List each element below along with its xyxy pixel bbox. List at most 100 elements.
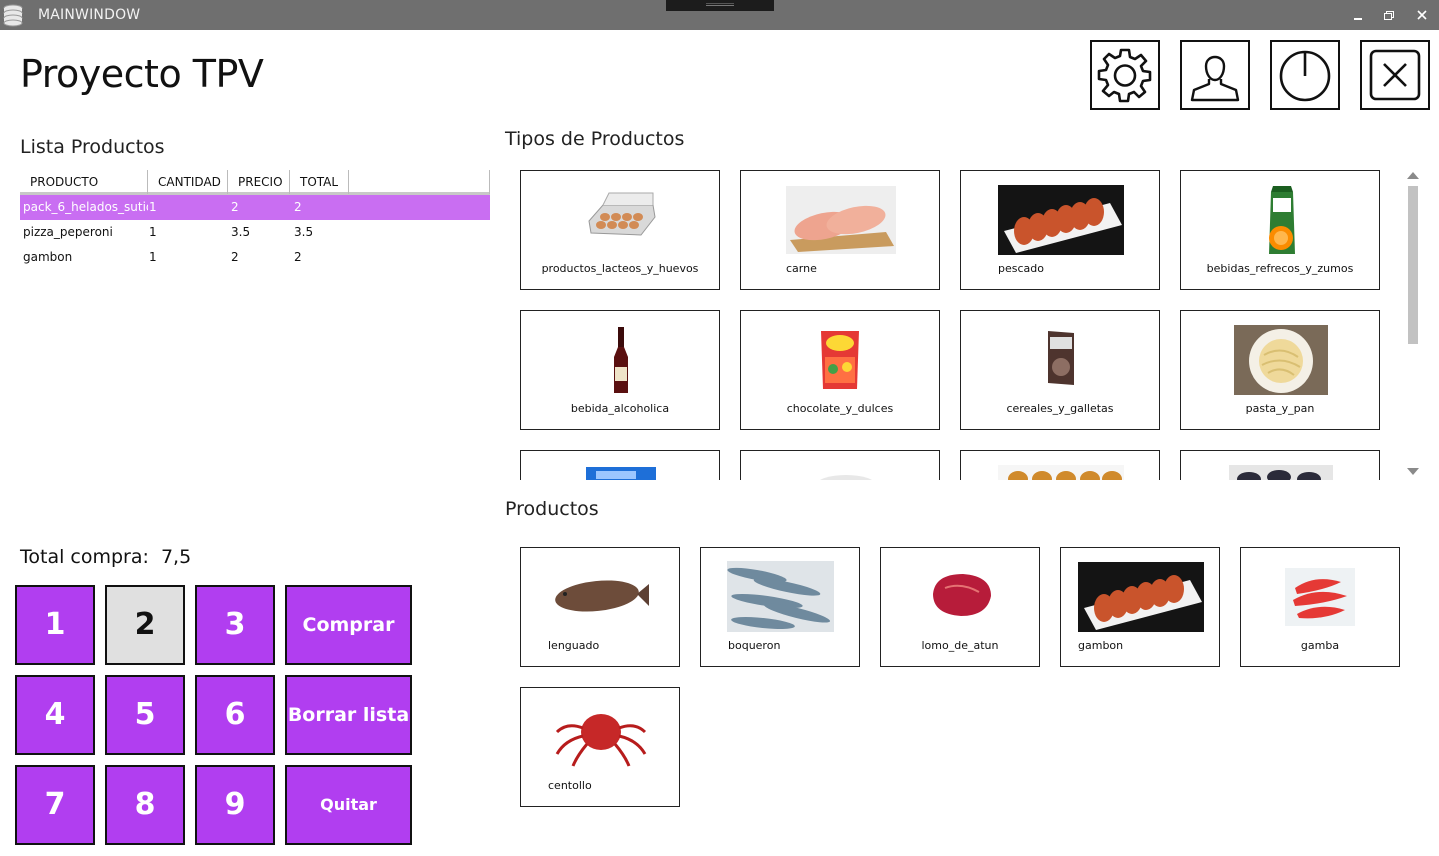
categories-grid: productos_lacteos_y_huevos carne pescado (505, 165, 1400, 480)
drag-grip[interactable] (666, 0, 774, 11)
product-label: gambon (1078, 639, 1124, 652)
bowl-image (820, 475, 872, 480)
key-5[interactable]: 5 (105, 675, 185, 755)
product-card[interactable]: boqueron (700, 547, 860, 667)
category-card[interactable]: chocolate_y_dulces (740, 310, 940, 430)
product-label: boqueron (728, 639, 781, 652)
category-label: bebidas_refrecos_y_zumos (1206, 262, 1354, 275)
settings-button[interactable] (1090, 40, 1160, 110)
minimize-button[interactable] (1349, 6, 1367, 24)
category-card[interactable]: bebidas_refrecos_y_zumos (1180, 170, 1380, 290)
anchovies-image (727, 561, 834, 632)
column-header-cantidad[interactable]: CANTIDAD (148, 170, 228, 194)
cell-cantidad: 1 (149, 225, 157, 239)
tuna-loin-image (933, 574, 991, 616)
spider-crab-image (555, 714, 647, 767)
power-icon (1279, 50, 1331, 102)
clear-list-button[interactable]: Borrar lista (285, 675, 412, 755)
category-card[interactable]: productos_lacteos_y_huevos (520, 170, 720, 290)
product-card[interactable]: lenguado (520, 547, 680, 667)
scroll-thumb[interactable] (1408, 186, 1418, 344)
cell-cantidad: 1 (149, 200, 157, 214)
key-6[interactable]: 6 (195, 675, 275, 755)
list-heading: Lista Productos (20, 136, 165, 158)
key-2[interactable]: 2 (105, 585, 185, 665)
minimize-icon (1354, 18, 1362, 20)
coins-icon (3, 4, 23, 27)
categories-scrollbar[interactable] (1405, 168, 1421, 480)
category-card[interactable] (1180, 450, 1380, 480)
category-label: productos_lacteos_y_huevos (541, 262, 699, 275)
scroll-up-arrow[interactable] (1407, 172, 1419, 179)
scroll-down-arrow[interactable] (1407, 468, 1419, 475)
category-label: chocolate_y_dulces (786, 402, 894, 415)
category-card[interactable]: carne (740, 170, 940, 290)
products-heading: Productos (505, 498, 599, 520)
key-8[interactable]: 8 (105, 765, 185, 845)
table-row[interactable]: pizza_peperoni 1 3.5 3.5 (20, 220, 490, 245)
candy-bag-image (821, 331, 859, 389)
cell-precio: 2 (231, 200, 239, 214)
gear-icon (1097, 48, 1152, 103)
croquettes-image (998, 465, 1124, 480)
category-card[interactable] (960, 450, 1160, 480)
cell-producto: gambon (23, 250, 73, 264)
purchase-total: Total compra: 7,5 (20, 546, 197, 568)
category-card[interactable] (740, 450, 940, 480)
page-title: Proyecto TPV (20, 52, 264, 96)
fish-dish-image (998, 185, 1124, 255)
categories-heading: Tipos de Productos (505, 128, 685, 150)
close-icon (1417, 10, 1427, 20)
mussels-image (1229, 465, 1333, 480)
product-card[interactable]: lomo_de_atun (880, 547, 1040, 667)
juice-carton-image (1269, 186, 1295, 254)
category-card[interactable]: cereales_y_galletas (960, 310, 1160, 430)
title-bar[interactable]: MAINWINDOW (0, 0, 1439, 30)
product-card[interactable]: centollo (520, 687, 680, 807)
pasta-image (1234, 325, 1328, 395)
close-window-button[interactable] (1413, 6, 1431, 24)
cell-total: 3.5 (294, 225, 314, 239)
product-card[interactable]: gamba (1240, 547, 1400, 667)
total-value: 7,5 (160, 546, 192, 568)
key-3[interactable]: 3 (195, 585, 275, 665)
key-4[interactable]: 4 (15, 675, 95, 755)
product-label: lenguado (548, 639, 600, 652)
column-header-total[interactable]: TOTAL (290, 170, 349, 194)
category-card[interactable]: pescado (960, 170, 1160, 290)
eggs-image (588, 192, 656, 236)
user-button[interactable] (1180, 40, 1250, 110)
user-icon (1190, 55, 1240, 102)
cereal-box-image (1048, 331, 1074, 385)
category-card[interactable] (520, 450, 720, 480)
cell-total: 2 (294, 250, 302, 264)
table-row[interactable]: gambon 1 2 2 (20, 245, 490, 270)
key-7[interactable]: 7 (15, 765, 95, 845)
product-list-table[interactable]: PRODUCTO CANTIDAD PRECIO TOTAL pack_6_he… (20, 170, 490, 270)
chicken-image (786, 186, 896, 254)
column-header-precio[interactable]: PRECIO (228, 170, 290, 194)
column-header-producto[interactable]: PRODUCTO (20, 170, 148, 194)
close-icon (1369, 49, 1421, 101)
prawns-dish-image (1078, 562, 1204, 632)
category-label: carne (786, 262, 817, 275)
main-window: MAINWINDOW Proyecto TPV Lista Productos … (0, 0, 1439, 856)
category-card[interactable]: pasta_y_pan (1180, 310, 1380, 430)
table-header: PRODUCTO CANTIDAD PRECIO TOTAL (20, 170, 490, 195)
wine-bottle-image (614, 327, 628, 393)
remove-product-button[interactable]: Quitar producto (285, 765, 412, 845)
window-title: MAINWINDOW (38, 7, 141, 23)
key-1[interactable]: 1 (15, 585, 95, 665)
restore-icon (1384, 11, 1394, 20)
column-header-filler (349, 170, 490, 194)
buy-button[interactable]: Comprar (285, 585, 412, 665)
sole-fish-image (555, 580, 649, 612)
close-button[interactable] (1360, 40, 1430, 110)
restore-button[interactable] (1380, 6, 1398, 24)
category-card[interactable]: bebida_alcoholica (520, 310, 720, 430)
product-card[interactable]: gambon (1060, 547, 1220, 667)
table-row[interactable]: pack_6_helados_sutido 1 2 2 (20, 195, 490, 220)
product-label: gamba (1300, 639, 1340, 652)
key-9[interactable]: 9 (195, 765, 275, 845)
power-button[interactable] (1270, 40, 1340, 110)
